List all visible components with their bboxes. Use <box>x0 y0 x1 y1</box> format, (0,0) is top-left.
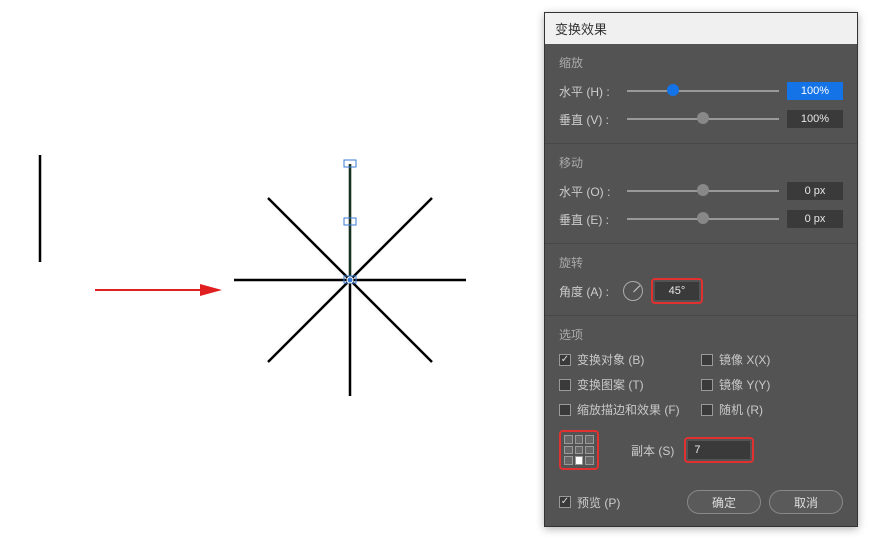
copies-input[interactable]: 7 <box>688 441 750 459</box>
lbl-mirror-y: 镜像 Y(Y) <box>719 376 770 393</box>
lbl-random: 随机 (R) <box>719 401 763 418</box>
move-v-value[interactable]: 0 px <box>787 210 843 228</box>
arrow-icon <box>95 284 222 296</box>
lbl-transform-obj: 变换对象 (B) <box>577 351 644 368</box>
scale-h-value[interactable]: 100% <box>787 82 843 100</box>
angle-value[interactable]: 45° <box>655 282 699 300</box>
copies-label: 副本 (S) <box>631 442 674 459</box>
selected-line <box>344 160 356 283</box>
scale-h-label: 水平 (H) : <box>559 83 619 100</box>
rotate-title: 旋转 <box>559 254 843 271</box>
angle-label: 角度 (A) : <box>559 283 619 300</box>
canvas-area <box>0 0 540 544</box>
move-v-slider[interactable] <box>627 209 779 229</box>
scale-v-slider[interactable] <box>627 109 779 129</box>
scale-v-value[interactable]: 100% <box>787 110 843 128</box>
scale-v-label: 垂直 (V) : <box>559 111 619 128</box>
section-rotate: 旋转 角度 (A) : 45° <box>545 244 857 316</box>
move-h-slider[interactable] <box>627 181 779 201</box>
move-h-value[interactable]: 0 px <box>787 182 843 200</box>
cancel-button[interactable]: 取消 <box>769 490 843 514</box>
cb-transform-obj[interactable] <box>559 354 571 366</box>
cb-preview[interactable] <box>559 496 571 508</box>
section-options: 选项 变换对象 (B) 变换图案 (T) 缩放描边和效果 (F) 镜像 X(X)… <box>545 316 857 478</box>
scale-h-slider[interactable] <box>627 81 779 101</box>
preview-label: 预览 (P) <box>577 494 620 511</box>
section-scale: 缩放 水平 (H) : 100% 垂直 (V) : 100% <box>545 44 857 144</box>
lbl-mirror-x: 镜像 X(X) <box>719 351 770 368</box>
move-title: 移动 <box>559 154 843 171</box>
origin-picker[interactable] <box>564 435 594 465</box>
options-title: 选项 <box>559 326 843 343</box>
lbl-transform-pat: 变换图案 (T) <box>577 376 644 393</box>
scale-title: 缩放 <box>559 54 843 71</box>
cb-random[interactable] <box>701 404 713 416</box>
angle-wheel[interactable] <box>623 281 643 301</box>
cb-transform-pat[interactable] <box>559 379 571 391</box>
cb-scale-stroke[interactable] <box>559 404 571 416</box>
cb-mirror-x[interactable] <box>701 354 713 366</box>
move-h-label: 水平 (O) : <box>559 183 619 200</box>
dialog-title: 变换效果 <box>545 13 857 44</box>
lbl-scale-stroke: 缩放描边和效果 (F) <box>577 401 680 418</box>
move-v-label: 垂直 (E) : <box>559 211 619 228</box>
dialog-footer: 预览 (P) 确定 取消 <box>545 478 857 526</box>
section-move: 移动 水平 (O) : 0 px 垂直 (E) : 0 px <box>545 144 857 244</box>
transform-effect-dialog: 变换效果 缩放 水平 (H) : 100% 垂直 (V) : 100% 移动 水… <box>544 12 858 527</box>
ok-button[interactable]: 确定 <box>687 490 761 514</box>
cb-mirror-y[interactable] <box>701 379 713 391</box>
